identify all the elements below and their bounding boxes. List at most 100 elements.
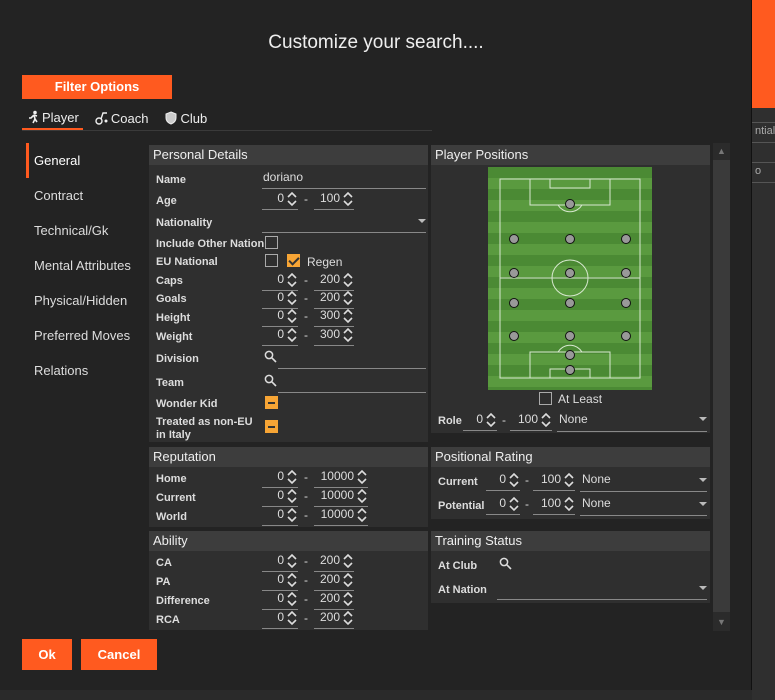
stepper-arrows-icon[interactable] xyxy=(287,488,297,504)
stepper-arrows-icon[interactable] xyxy=(343,290,353,306)
goals-min-stepper[interactable]: 0 xyxy=(262,289,298,309)
division-input[interactable] xyxy=(278,368,426,369)
position-marker[interactable] xyxy=(509,331,519,341)
search-icon[interactable] xyxy=(264,350,277,363)
search-icon[interactable] xyxy=(264,374,277,387)
reputation-home-max-stepper[interactable]: 10000 xyxy=(314,468,368,488)
at-least-checkbox[interactable] xyxy=(539,392,552,405)
stepper-arrows-icon[interactable] xyxy=(343,191,353,207)
tab-player[interactable]: Player xyxy=(22,106,83,130)
position-marker[interactable] xyxy=(565,298,575,308)
ability-pa-max-stepper[interactable]: 200 xyxy=(314,571,354,591)
potential-rating-max-stepper[interactable]: 100 xyxy=(533,495,575,515)
position-marker[interactable] xyxy=(621,234,631,244)
role-select[interactable]: None xyxy=(559,412,588,426)
stepper-arrows-icon[interactable] xyxy=(287,610,297,626)
role-max-stepper[interactable]: 100 xyxy=(510,411,552,431)
chevron-down-icon[interactable] xyxy=(699,502,707,506)
stepper-arrows-icon[interactable] xyxy=(357,469,367,485)
stepper-arrows-icon[interactable] xyxy=(564,496,574,512)
height-min-stepper[interactable]: 0 xyxy=(262,307,298,327)
stepper-arrows-icon[interactable] xyxy=(357,488,367,504)
stepper-arrows-icon[interactable] xyxy=(287,553,297,569)
caps-max-stepper[interactable]: 200 xyxy=(314,271,354,291)
scrollbar[interactable]: ▲ ▼ xyxy=(713,143,730,631)
stepper-arrows-icon[interactable] xyxy=(287,290,297,306)
stepper-arrows-icon[interactable] xyxy=(541,412,551,428)
potential-rating-min-stepper[interactable]: 0 xyxy=(486,495,520,515)
nav-item-relations[interactable]: Relations xyxy=(26,353,141,388)
stepper-arrows-icon[interactable] xyxy=(343,591,353,607)
stepper-arrows-icon[interactable] xyxy=(287,327,297,343)
position-marker[interactable] xyxy=(621,268,631,278)
stepper-arrows-icon[interactable] xyxy=(343,553,353,569)
weight-min-stepper[interactable]: 0 xyxy=(262,326,298,346)
position-marker[interactable] xyxy=(565,331,575,341)
stepper-arrows-icon[interactable] xyxy=(287,191,297,207)
weight-max-stepper[interactable]: 300 xyxy=(314,326,354,346)
ability-rca-min-stepper[interactable]: 0 xyxy=(262,609,298,629)
reputation-world-min-stepper[interactable]: 0 xyxy=(262,506,298,526)
age-min-stepper[interactable]: 0 xyxy=(262,190,298,210)
stepper-arrows-icon[interactable] xyxy=(287,507,297,523)
position-marker[interactable] xyxy=(509,234,519,244)
nav-item-physical[interactable]: Physical/Hidden xyxy=(26,283,141,318)
stepper-arrows-icon[interactable] xyxy=(486,412,496,428)
stepper-arrows-icon[interactable] xyxy=(343,272,353,288)
stepper-arrows-icon[interactable] xyxy=(287,591,297,607)
position-marker[interactable] xyxy=(509,298,519,308)
stepper-arrows-icon[interactable] xyxy=(343,308,353,324)
wonder-kid-checkbox[interactable] xyxy=(265,396,278,409)
cancel-button[interactable]: Cancel xyxy=(81,639,157,670)
role-min-stepper[interactable]: 0 xyxy=(463,411,497,431)
name-input[interactable]: doriano xyxy=(263,170,303,184)
position-marker[interactable] xyxy=(565,234,575,244)
stepper-arrows-icon[interactable] xyxy=(564,472,574,488)
current-rating-min-stepper[interactable]: 0 xyxy=(486,471,520,491)
nationality-select[interactable] xyxy=(262,232,426,233)
nav-item-preferred-moves[interactable]: Preferred Moves xyxy=(26,318,141,353)
ability-ca-min-stepper[interactable]: 0 xyxy=(262,552,298,572)
reputation-current-min-stepper[interactable]: 0 xyxy=(262,487,298,507)
position-marker[interactable] xyxy=(565,350,575,360)
ability-rca-max-stepper[interactable]: 200 xyxy=(314,609,354,629)
at-nation-select[interactable] xyxy=(497,599,707,600)
tab-club[interactable]: Club xyxy=(160,106,211,130)
scrollbar-thumb[interactable] xyxy=(713,160,730,612)
chevron-down-icon[interactable] xyxy=(418,219,426,223)
stepper-arrows-icon[interactable] xyxy=(287,272,297,288)
position-marker[interactable] xyxy=(621,331,631,341)
ability-ca-max-stepper[interactable]: 200 xyxy=(314,552,354,572)
current-rating-select[interactable]: None xyxy=(582,472,611,486)
position-marker-gk-top[interactable] xyxy=(565,199,575,209)
stepper-arrows-icon[interactable] xyxy=(343,572,353,588)
stepper-arrows-icon[interactable] xyxy=(357,507,367,523)
nav-item-contract[interactable]: Contract xyxy=(26,178,141,213)
regen-checkbox[interactable] xyxy=(287,254,300,267)
ability-difference-min-stepper[interactable]: 0 xyxy=(262,590,298,610)
nav-item-mental[interactable]: Mental Attributes xyxy=(26,248,141,283)
current-rating-max-stepper[interactable]: 100 xyxy=(533,471,575,491)
position-marker[interactable] xyxy=(509,268,519,278)
scroll-up-icon[interactable]: ▲ xyxy=(717,146,726,156)
position-marker[interactable] xyxy=(621,298,631,308)
scroll-down-icon[interactable]: ▼ xyxy=(717,617,726,627)
reputation-home-min-stepper[interactable]: 0 xyxy=(262,468,298,488)
caps-min-stepper[interactable]: 0 xyxy=(262,271,298,291)
chevron-down-icon[interactable] xyxy=(699,417,707,421)
reputation-world-max-stepper[interactable]: 10000 xyxy=(314,506,368,526)
nav-item-technical[interactable]: Technical/Gk xyxy=(26,213,141,248)
include-other-nationalities-checkbox[interactable] xyxy=(265,236,278,249)
ability-pa-min-stepper[interactable]: 0 xyxy=(262,571,298,591)
reputation-current-max-stepper[interactable]: 10000 xyxy=(314,487,368,507)
tab-coach[interactable]: Coach xyxy=(91,106,153,130)
stepper-arrows-icon[interactable] xyxy=(509,496,519,512)
height-max-stepper[interactable]: 300 xyxy=(314,307,354,327)
chevron-down-icon[interactable] xyxy=(699,586,707,590)
non-eu-italy-checkbox[interactable] xyxy=(265,420,278,433)
potential-rating-select[interactable]: None xyxy=(582,496,611,510)
chevron-down-icon[interactable] xyxy=(699,478,707,482)
stepper-arrows-icon[interactable] xyxy=(287,469,297,485)
search-icon[interactable] xyxy=(499,557,512,570)
eu-national-checkbox[interactable] xyxy=(265,254,278,267)
